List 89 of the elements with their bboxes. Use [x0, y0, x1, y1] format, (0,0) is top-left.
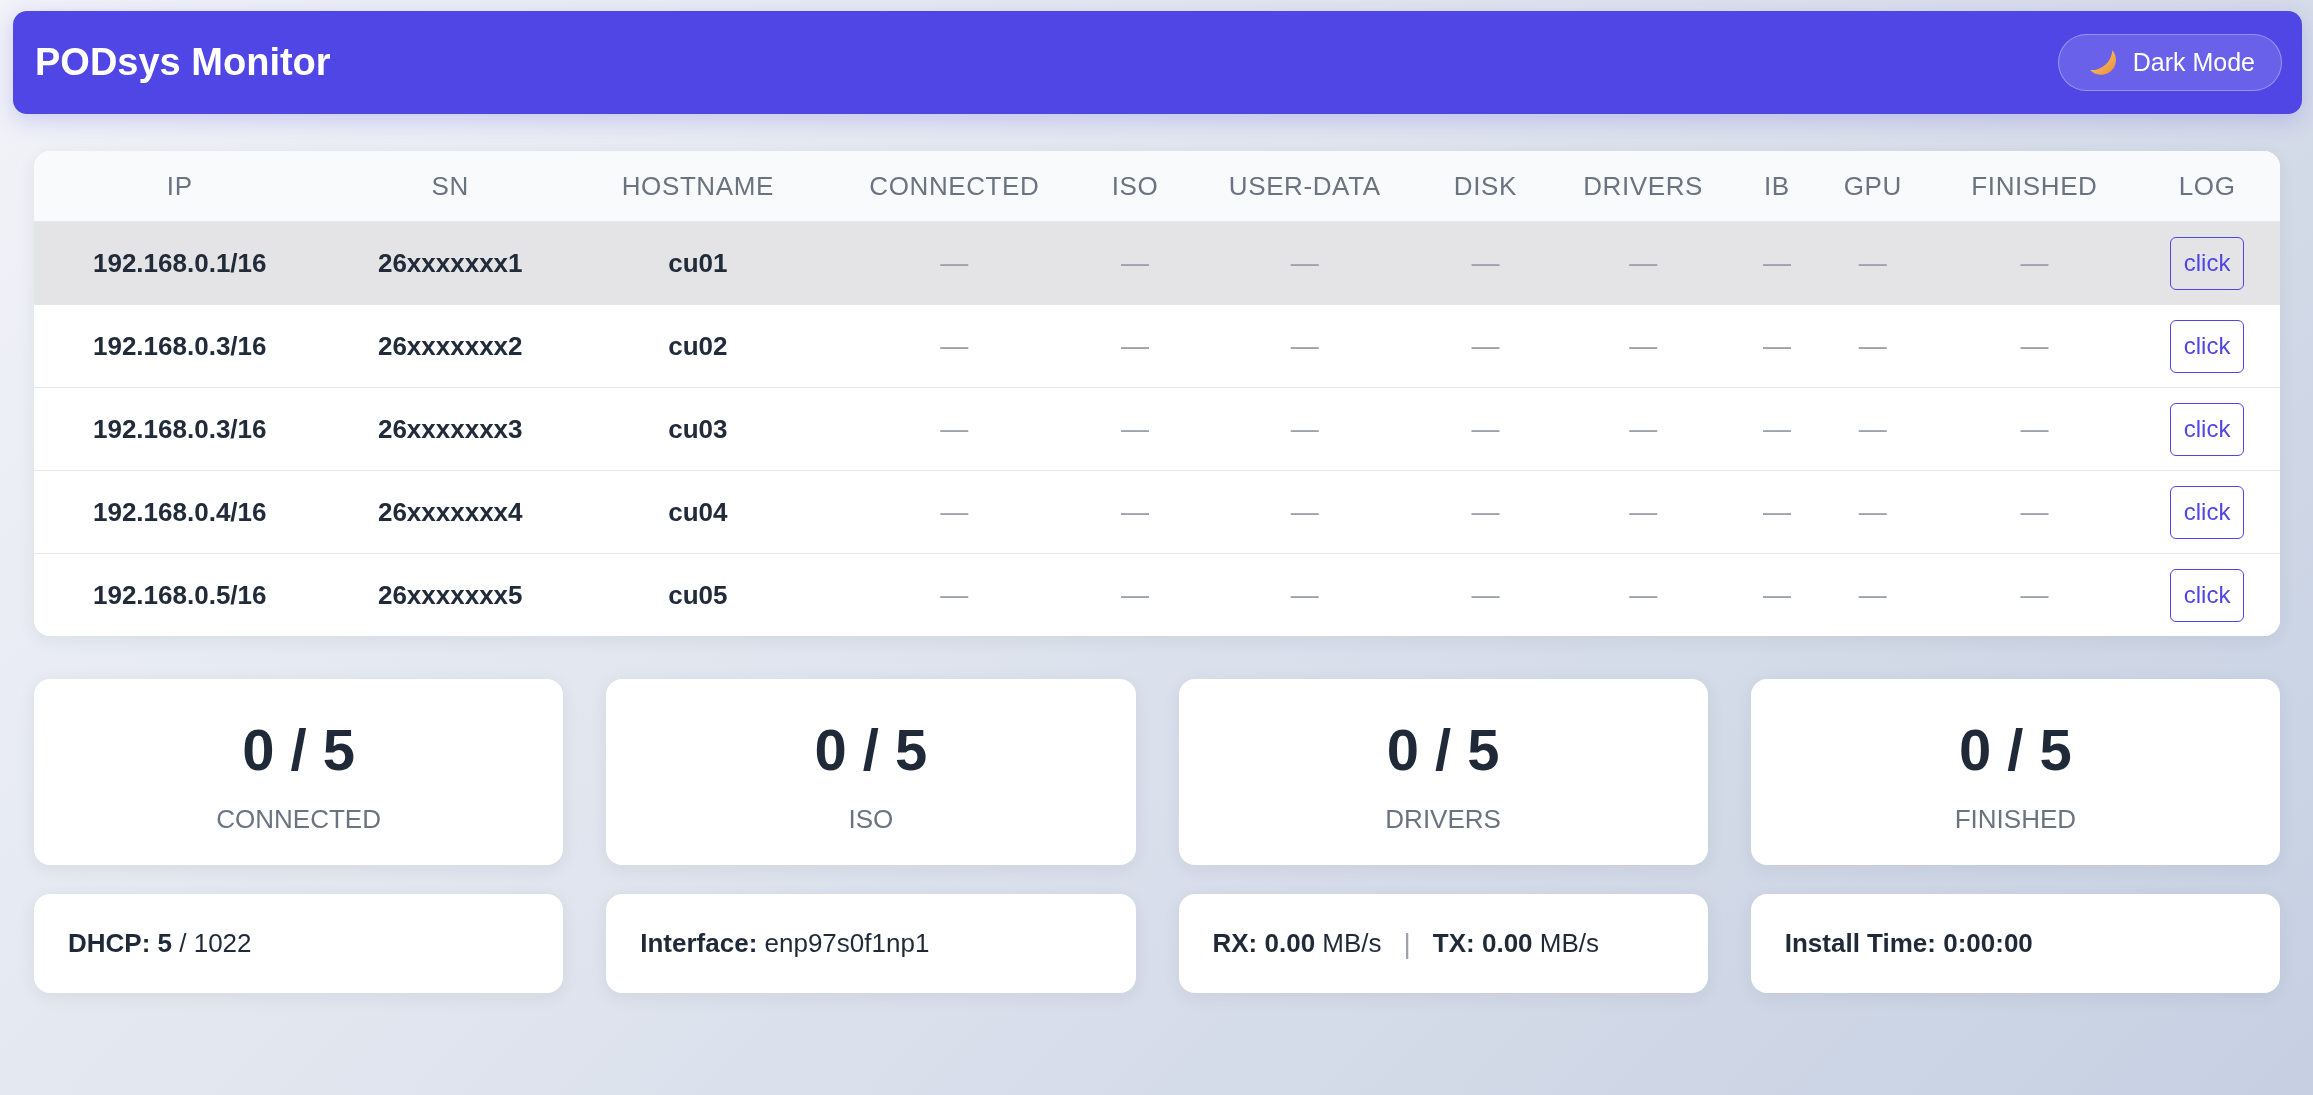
stat-value: 0 / 5: [1958, 716, 2072, 784]
status-cell: —: [1471, 330, 1500, 362]
status-cell: —: [940, 579, 969, 611]
status-cell: —: [1471, 247, 1500, 279]
separator: |: [1403, 927, 1411, 960]
table-cell: 26xxxxxxx1: [377, 247, 523, 279]
status-cell: —: [1471, 413, 1500, 445]
rx-reading: RX: 0.00 MB/s: [1212, 928, 1382, 959]
table-cell: 192.168.0.4/16: [93, 496, 267, 528]
status-cell: —: [940, 247, 969, 279]
stat-value: 0 / 5: [1386, 716, 1500, 784]
log-button[interactable]: click: [2169, 485, 2245, 539]
column-header: CONNECTED: [869, 170, 1040, 202]
table-cell: 192.168.0.5/16: [93, 579, 267, 611]
status-cell: —: [2020, 496, 2049, 528]
column-header: DISK: [1453, 170, 1517, 202]
table-cell: cu05: [668, 579, 728, 611]
status-cell: —: [1290, 330, 1319, 362]
stat-label: CONNECTED: [216, 803, 381, 836]
status-cell: —: [1121, 496, 1150, 528]
table-cell: cu02: [668, 330, 728, 362]
stat-value: 0 / 5: [242, 716, 356, 784]
status-cell: —: [1290, 579, 1319, 611]
table-cell: cu01: [668, 247, 728, 279]
info-text: DHCP: 5 / 1022: [68, 928, 252, 959]
status-cell: —: [1290, 247, 1319, 279]
status-cell: —: [1858, 330, 1887, 362]
table-cell: 192.168.0.3/16: [93, 413, 267, 445]
column-header: LOG: [2178, 170, 2236, 202]
table-cell: cu03: [668, 413, 728, 445]
stat-value: 0 / 5: [814, 716, 928, 784]
status-cell: —: [2020, 330, 2049, 362]
table-cell: 26xxxxxxx5: [377, 579, 523, 611]
table-cell: 26xxxxxxx4: [377, 496, 523, 528]
table-cell: cu04: [668, 496, 728, 528]
log-button[interactable]: click: [2169, 319, 2245, 373]
column-header: SN: [431, 170, 469, 202]
status-cell: —: [2020, 413, 2049, 445]
status-cell: —: [1858, 579, 1887, 611]
log-button[interactable]: click: [2169, 236, 2245, 290]
tx-reading: TX: 0.00 MB/s: [1432, 928, 1599, 959]
column-header: IB: [1764, 170, 1790, 202]
status-cell: —: [1121, 247, 1150, 279]
column-header: HOSTNAME: [621, 170, 774, 202]
status-cell: —: [1471, 579, 1500, 611]
table-cell: 26xxxxxxx3: [377, 413, 523, 445]
status-cell: —: [1629, 247, 1658, 279]
column-header: DRIVERS: [1583, 170, 1703, 202]
log-button[interactable]: click: [2169, 402, 2245, 456]
moon-icon: [2088, 49, 2117, 76]
status-cell: —: [1858, 496, 1887, 528]
table-cell: 192.168.0.3/16: [93, 330, 267, 362]
status-cell: —: [1762, 579, 1791, 611]
app-title: PODsys Monitor: [35, 41, 331, 84]
status-cell: —: [1762, 330, 1791, 362]
status-cell: —: [1858, 413, 1887, 445]
status-cell: —: [1858, 247, 1887, 279]
status-cell: —: [1762, 496, 1791, 528]
column-header: IP: [166, 170, 193, 202]
status-cell: —: [1762, 413, 1791, 445]
status-cell: —: [1290, 496, 1319, 528]
status-cell: —: [1121, 579, 1150, 611]
status-cell: —: [940, 413, 969, 445]
status-cell: —: [1121, 330, 1150, 362]
stat-label: DRIVERS: [1385, 803, 1501, 836]
status-cell: —: [1629, 413, 1658, 445]
info-text: Install Time: 0:00:00: [1784, 928, 2033, 959]
column-header: FINISHED: [1971, 170, 2098, 202]
info-text: Interface: enp97s0f1np1: [640, 928, 930, 959]
log-button[interactable]: click: [2169, 568, 2245, 622]
status-cell: —: [1471, 496, 1500, 528]
status-cell: —: [940, 330, 969, 362]
status-cell: —: [1629, 579, 1658, 611]
status-cell: —: [940, 496, 969, 528]
table-cell: 26xxxxxxx2: [377, 330, 523, 362]
dark-mode-button[interactable]: Dark Mode: [2057, 34, 2282, 91]
status-cell: —: [1121, 413, 1150, 445]
status-cell: —: [1290, 413, 1319, 445]
column-header: ISO: [1111, 170, 1159, 202]
column-header: USER-DATA: [1228, 170, 1381, 202]
stat-label: ISO: [848, 803, 894, 836]
status-cell: —: [2020, 247, 2049, 279]
table-cell: 192.168.0.1/16: [93, 247, 267, 279]
status-cell: —: [1629, 496, 1658, 528]
status-cell: —: [1762, 247, 1791, 279]
column-header: GPU: [1843, 170, 1902, 202]
status-cell: —: [1629, 330, 1658, 362]
stat-label: FINISHED: [1954, 803, 2077, 836]
status-cell: —: [2020, 579, 2049, 611]
